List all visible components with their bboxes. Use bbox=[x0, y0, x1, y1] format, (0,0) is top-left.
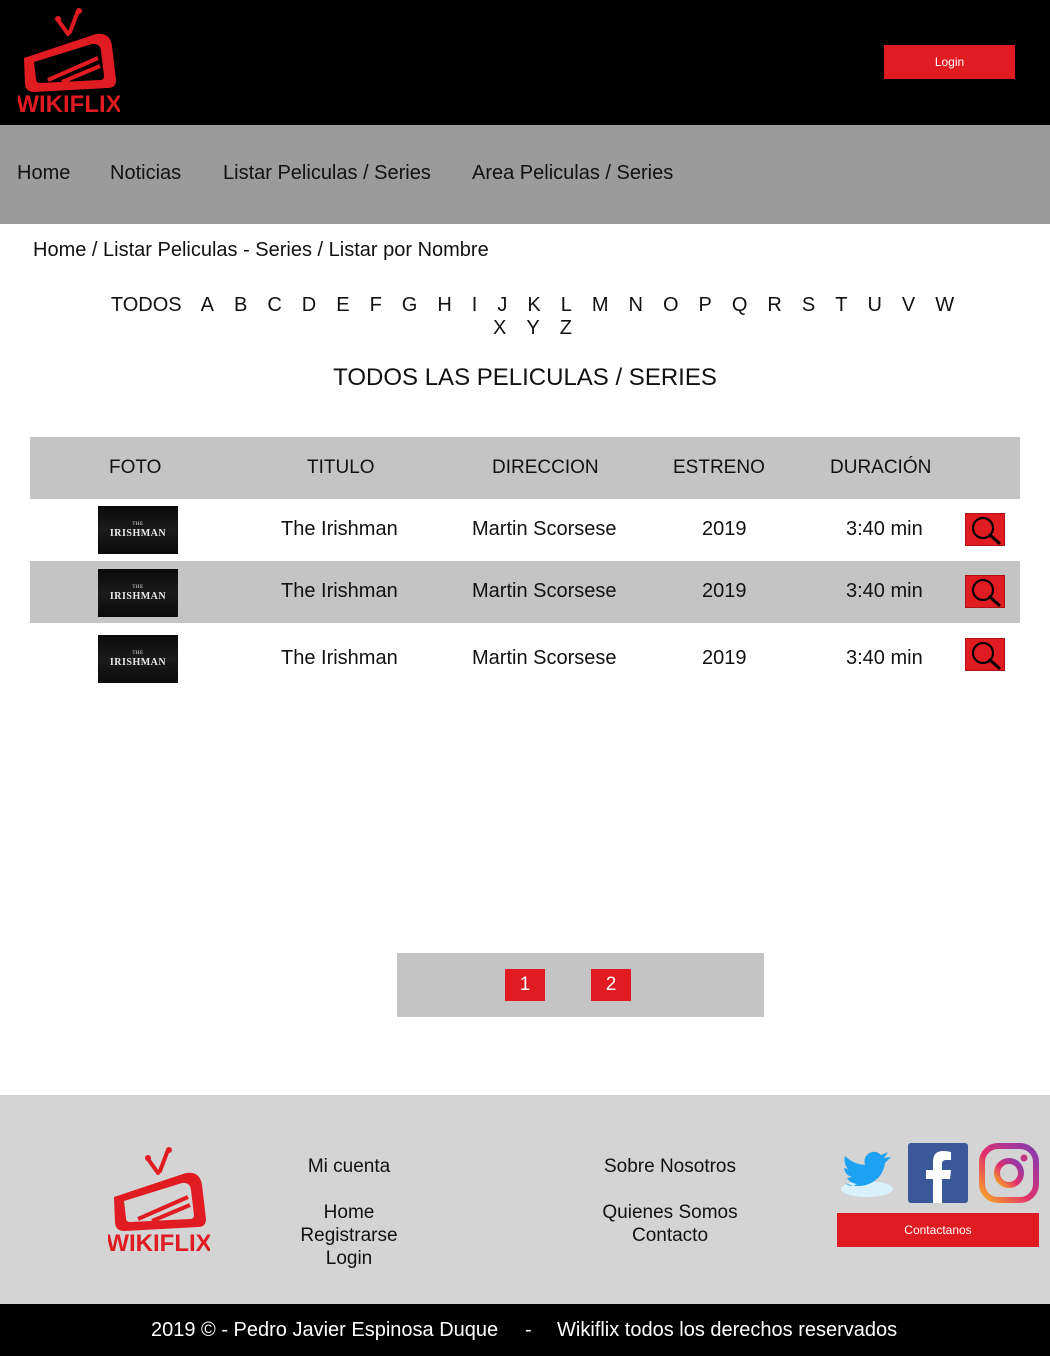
cell-titulo: The Irishman bbox=[281, 518, 398, 540]
breadcrumb: Home / Listar Peliculas - Series / Lista… bbox=[33, 239, 489, 261]
letter-filter-d[interactable]: D bbox=[292, 294, 326, 317]
letter-filter-t[interactable]: T bbox=[825, 294, 857, 317]
pagination: 1 2 bbox=[397, 953, 764, 1017]
logo-text: WIKIFLIX bbox=[18, 91, 120, 116]
footer-about-column: Sobre Nosotros Quienes Somos Contacto bbox=[570, 1155, 770, 1247]
search-icon bbox=[971, 578, 1001, 606]
header: WIKIFLIX Login bbox=[0, 0, 1050, 125]
search-icon bbox=[971, 641, 1001, 669]
movies-table: FOTO TITULO DIRECCION ESTRENO DURACIÓN T… bbox=[30, 437, 1020, 693]
letter-filter-v[interactable]: V bbox=[892, 294, 925, 317]
view-details-button[interactable] bbox=[965, 575, 1005, 608]
cell-direccion: Martin Scorsese bbox=[472, 518, 617, 540]
nav-area-peliculas[interactable]: Area Peliculas / Series bbox=[472, 162, 673, 185]
cell-estreno: 2019 bbox=[702, 580, 747, 602]
cell-duracion: 3:40 min bbox=[846, 647, 923, 669]
cell-direccion: Martin Scorsese bbox=[472, 647, 617, 669]
main-nav: Home Noticias Listar Peliculas / Series … bbox=[0, 125, 1050, 224]
wikiflix-logo[interactable]: WIKIFLIX bbox=[18, 8, 120, 116]
letter-filter-todos[interactable]: TODOS bbox=[101, 294, 191, 317]
letter-filter-a[interactable]: A bbox=[191, 294, 224, 317]
table-row: THE IRISHMAN The Irishman Martin Scorses… bbox=[30, 623, 1020, 693]
cell-estreno: 2019 bbox=[702, 518, 747, 540]
letter-filter-e[interactable]: E bbox=[326, 294, 359, 317]
letter-filter-b[interactable]: B bbox=[224, 294, 257, 317]
header-direccion: DIRECCION bbox=[492, 457, 599, 478]
letter-filter-x[interactable]: X bbox=[483, 317, 516, 340]
nav-noticias[interactable]: Noticias bbox=[110, 162, 181, 185]
footer-account-column: Mi cuenta Home Registrarse Login bbox=[249, 1155, 449, 1270]
cell-direccion: Martin Scorsese bbox=[472, 580, 617, 602]
letter-filter-k[interactable]: K bbox=[517, 294, 550, 317]
cell-titulo: The Irishman bbox=[281, 580, 398, 602]
footer-link-login[interactable]: Login bbox=[249, 1247, 449, 1270]
footer-about-heading: Sobre Nosotros bbox=[603, 1156, 736, 1177]
page-1-button[interactable]: 1 bbox=[505, 969, 545, 1001]
facebook-icon[interactable] bbox=[908, 1143, 968, 1203]
section-title: TODOS LAS PELICULAS / SERIES bbox=[333, 364, 717, 391]
letter-filter-p[interactable]: P bbox=[689, 294, 722, 317]
letter-filter-g[interactable]: G bbox=[392, 294, 428, 317]
view-details-button[interactable] bbox=[965, 513, 1005, 546]
table-header: FOTO TITULO DIRECCION ESTRENO DURACIÓN bbox=[30, 437, 1020, 499]
letter-filter-h[interactable]: H bbox=[427, 294, 461, 317]
letter-filter-q[interactable]: Q bbox=[722, 294, 758, 317]
cell-titulo: The Irishman bbox=[281, 647, 398, 669]
letter-filter-m[interactable]: M bbox=[582, 294, 619, 317]
letter-filter-f[interactable]: F bbox=[360, 294, 392, 317]
letter-filter: TODOS A B C D E F G H I J K L M N O P Q R S T U V W XYZ bbox=[60, 294, 1005, 340]
footer-wikiflix-logo[interactable]: WIKIFLIX bbox=[108, 1147, 210, 1255]
poster-title-text: IRISHMAN bbox=[109, 527, 167, 539]
table-row: THE IRISHMAN The Irishman Martin Scorses… bbox=[30, 561, 1020, 623]
letter-filter-c[interactable]: C bbox=[257, 294, 291, 317]
poster-title-text: IRISHMAN bbox=[109, 590, 167, 602]
nav-listar-peliculas[interactable]: Listar Peliculas / Series bbox=[223, 162, 431, 185]
footer-link-home[interactable]: Home bbox=[249, 1201, 449, 1224]
letter-filter-y[interactable]: Y bbox=[516, 317, 549, 340]
letter-filter-n[interactable]: N bbox=[619, 294, 653, 317]
twitter-icon[interactable] bbox=[837, 1143, 897, 1203]
footer-link-quienes-somos[interactable]: Quienes Somos bbox=[570, 1201, 770, 1224]
letter-filter-o[interactable]: O bbox=[653, 294, 689, 317]
view-details-button[interactable] bbox=[965, 638, 1005, 671]
footer: WIKIFLIX Mi cuenta Home Registrarse Logi… bbox=[0, 1095, 1050, 1304]
instagram-icon[interactable] bbox=[979, 1143, 1039, 1203]
letter-row: TODOS A B C D E F G H I J K L M N O P Q R S T U V W bbox=[60, 294, 1005, 317]
login-button[interactable]: Login bbox=[884, 45, 1015, 79]
letter-filter-j[interactable]: J bbox=[487, 294, 517, 317]
cell-estreno: 2019 bbox=[702, 647, 747, 669]
letter-filter-s[interactable]: S bbox=[792, 294, 825, 317]
header-estreno: ESTRENO bbox=[673, 457, 765, 478]
letter-filter-i[interactable]: I bbox=[462, 294, 488, 317]
header-titulo: TITULO bbox=[307, 457, 375, 478]
copyright-separator: - bbox=[525, 1319, 532, 1341]
copyright-rights: Wikiflix todos los derechos reservados bbox=[557, 1319, 898, 1341]
header-foto: FOTO bbox=[109, 457, 162, 478]
footer-logo-text: WIKIFLIX bbox=[108, 1230, 210, 1255]
footer-link-contacto[interactable]: Contacto bbox=[570, 1224, 770, 1247]
letter-row: XYZ bbox=[60, 317, 1005, 340]
page-2-button[interactable]: 2 bbox=[591, 969, 631, 1001]
contact-button[interactable]: Contactanos bbox=[837, 1213, 1039, 1247]
table-row: THE IRISHMAN The Irishman Martin Scorses… bbox=[30, 499, 1020, 561]
copyright-bar: 2019 © - Pedro Javier Espinosa Duque - W… bbox=[0, 1304, 1050, 1356]
copyright-author: 2019 © - Pedro Javier Espinosa Duque bbox=[151, 1319, 499, 1341]
letter-filter-w[interactable]: W bbox=[925, 294, 964, 317]
nav-home[interactable]: Home bbox=[17, 162, 70, 185]
cell-duracion: 3:40 min bbox=[846, 580, 923, 602]
cell-duracion: 3:40 min bbox=[846, 518, 923, 540]
poster-title-text: IRISHMAN bbox=[109, 656, 167, 668]
letter-filter-u[interactable]: U bbox=[857, 294, 891, 317]
footer-link-registrarse[interactable]: Registrarse bbox=[249, 1224, 449, 1247]
footer-account-heading: Mi cuenta bbox=[307, 1156, 391, 1177]
movie-poster: THE IRISHMAN bbox=[98, 506, 178, 554]
movie-poster: THE IRISHMAN bbox=[98, 569, 178, 617]
letter-filter-l[interactable]: L bbox=[551, 294, 582, 317]
letter-filter-z[interactable]: Z bbox=[550, 317, 582, 340]
movie-poster: THE IRISHMAN bbox=[98, 635, 178, 683]
header-duracion: DURACIÓN bbox=[830, 457, 932, 478]
letter-filter-r[interactable]: R bbox=[757, 294, 791, 317]
search-icon bbox=[971, 516, 1001, 544]
